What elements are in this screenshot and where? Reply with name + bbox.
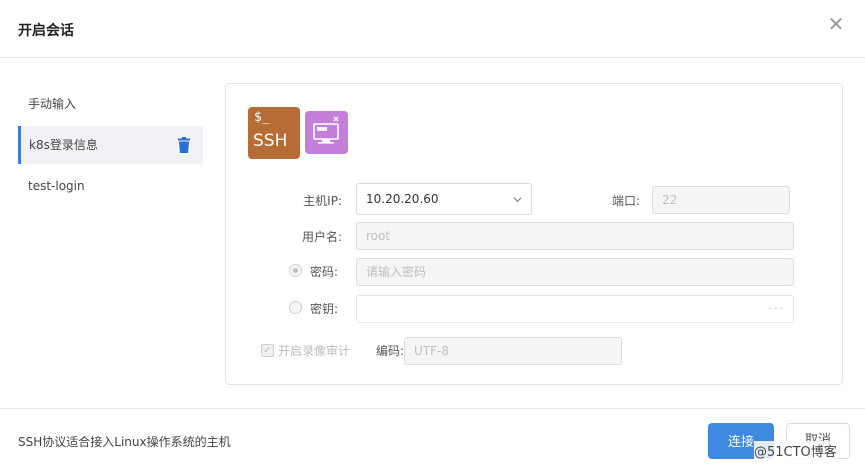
port-input[interactable]: 22 [652,186,790,214]
encoding-input[interactable]: UTF-8 [404,337,622,365]
host-ip-value: 10.20.20.60 [366,192,439,206]
open-session-dialog: 开启会话 ✕ 手动输入 k8s登录信息 test-login $_ SSH 主机… [0,0,865,469]
sidebar-item-label: 手动输入 [28,97,77,111]
sidebar-item-k8s-login[interactable]: k8s登录信息 [18,126,203,164]
chevron-down-icon [513,197,522,203]
recording-audit-checkbox[interactable]: ✓ [261,344,274,357]
host-ip-label: 主机IP: [303,194,342,208]
trash-icon[interactable] [177,137,191,153]
terminal-prompt-icon: $_ [254,110,270,125]
port-label: 端口: [611,194,640,208]
encoding-label: 编码: [375,344,404,358]
rdp-monitor-icon [313,116,339,144]
more-dots-icon: ··· [768,302,785,315]
dialog-title: 开启会话 [18,23,74,39]
protocol-hint: SSH协议适合接入Linux操作系统的主机 [18,435,231,449]
username-label: 用户名: [301,230,342,244]
password-radio[interactable] [289,264,302,277]
ssh-protocol-button[interactable]: $_ SSH [248,107,300,159]
watermark: @51CTO博客 [754,441,837,460]
password-input[interactable]: 请输入密码 [356,258,794,286]
port-value: 22 [662,193,678,207]
sidebar-item-manual-input[interactable]: 手动输入 [18,85,203,123]
session-sidebar: 手动输入 k8s登录信息 test-login [0,58,215,408]
username-input[interactable]: root [356,222,794,250]
close-icon[interactable]: ✕ [825,13,847,35]
username-value: root [366,229,391,243]
sidebar-item-test-login[interactable]: test-login [18,167,203,205]
password-label: 密码: [310,265,339,279]
host-ip-select[interactable]: 10.20.20.60 [356,183,532,215]
rdp-protocol-button[interactable] [305,111,348,154]
key-label: 密钥: [310,302,339,316]
recording-audit-label: 开启录像审计 [278,344,351,358]
session-form-panel: $_ SSH 主机IP: 10.20.20.60 端口: 22 用户名: roo… [225,83,843,385]
dialog-header: 开启会话 ✕ [0,0,865,58]
dialog-footer: SSH协议适合接入Linux操作系统的主机 连接 取消 [0,408,865,469]
sidebar-item-label: test-login [28,179,85,193]
key-select[interactable]: ··· [356,295,794,323]
ssh-label: SSH [253,131,288,151]
encoding-value: UTF-8 [414,344,449,358]
sidebar-item-label: k8s登录信息 [29,138,98,152]
key-radio[interactable] [289,301,302,314]
password-placeholder: 请输入密码 [366,265,427,279]
